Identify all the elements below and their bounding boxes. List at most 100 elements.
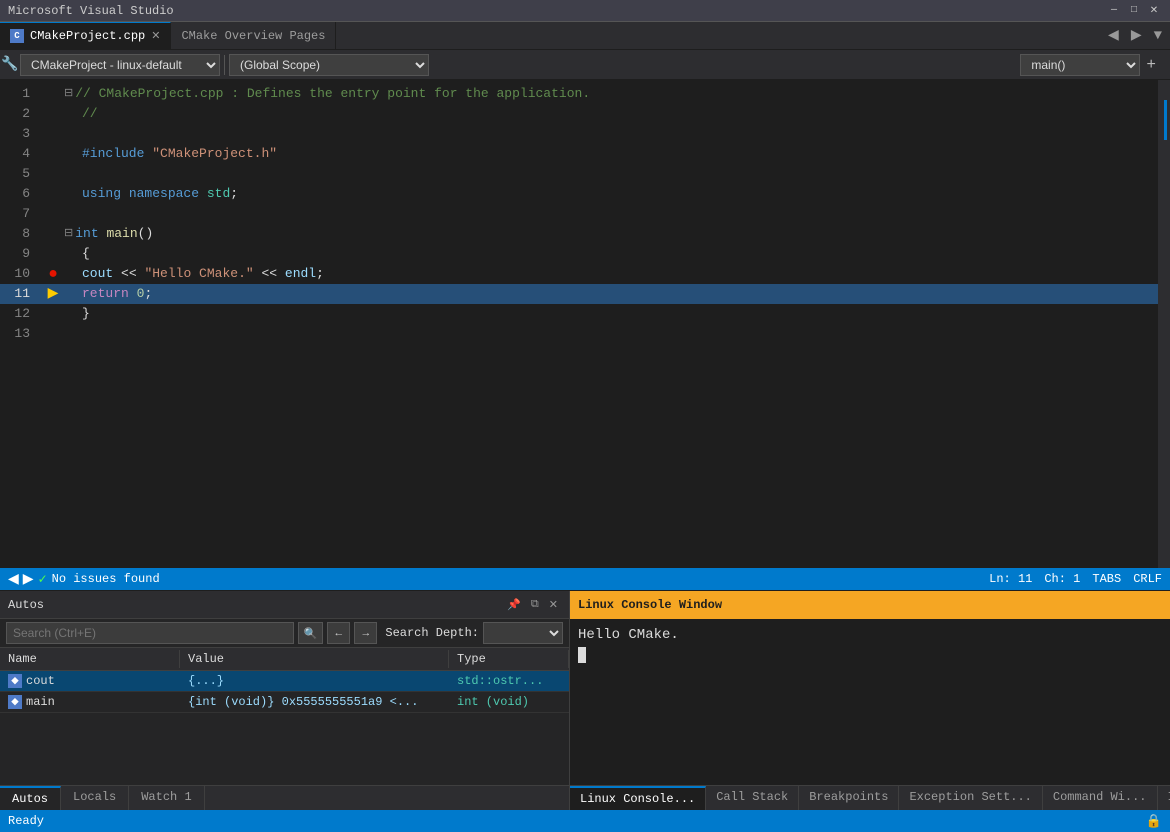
app-status-bar: Ready 🔒 <box>0 810 1170 832</box>
line-number-5: 5 <box>0 164 30 184</box>
tab-autos[interactable]: Autos <box>0 786 61 810</box>
status-bar: ◀ ▶ ✓ No issues found Ln: 11 Ch: 1 TABS … <box>0 568 1170 590</box>
tab-locals[interactable]: Locals <box>61 786 129 810</box>
code-line-8: 8 ⊟ int main() <box>0 224 1170 244</box>
close-button[interactable]: ✕ <box>1146 3 1162 19</box>
scroll-left-btn[interactable]: ◀ <box>8 571 19 588</box>
cell-main-type: int (void) <box>449 692 569 712</box>
tab-bar-right-controls: ◀ ▶ ▼ <box>1104 22 1170 49</box>
line-number-6: 6 <box>0 184 30 204</box>
code-line-13: 13 <box>0 324 1170 344</box>
autos-close-btn[interactable]: ✕ <box>546 598 561 612</box>
search-depth-label: Search Depth: <box>385 626 479 640</box>
console-tab-exception[interactable]: Exception Sett... <box>899 786 1042 810</box>
toolbar-separator-1 <box>224 55 225 75</box>
table-row-cout[interactable]: ◆ cout {...} std::ostr... <box>0 671 569 692</box>
tab-scroll-right[interactable]: ▶ <box>1127 25 1146 46</box>
toolbar-right: main() + <box>1020 54 1170 76</box>
console-title: Linux Console Window <box>578 598 722 612</box>
autos-toolbar: 🔍 ← → Search Depth: <box>0 619 569 648</box>
line-number-9: 9 <box>0 244 30 264</box>
editor-scrollbar[interactable] <box>1158 80 1170 568</box>
editor-pane: 1 ⊟ // CMakeProject.cpp : Defines the en… <box>0 80 1170 568</box>
lock-icon: 🔒 <box>1146 814 1162 829</box>
code-line-2: 2 // <box>0 104 1170 124</box>
gutter-11: ▶ <box>46 284 60 304</box>
line-number-13: 13 <box>0 324 30 344</box>
code-line-6: 6 using namespace std; <box>0 184 1170 204</box>
autos-panel-header: Autos 📌 ⧉ ✕ <box>0 591 569 619</box>
console-cursor <box>578 647 586 663</box>
bottom-panels: Autos 📌 ⧉ ✕ 🔍 ← → Search Depth: Name Val… <box>0 590 1170 810</box>
add-button[interactable]: + <box>1140 56 1162 74</box>
back-btn[interactable]: ← <box>327 622 350 644</box>
tab-cmake-cpp-close[interactable]: ✕ <box>151 29 160 43</box>
window-controls[interactable]: — □ ✕ <box>1106 3 1162 19</box>
tab-scroll-left[interactable]: ◀ <box>1104 25 1123 46</box>
console-tabs: Linux Console... Call Stack Breakpoints … <box>570 785 1170 810</box>
maximize-button[interactable]: □ <box>1126 3 1142 19</box>
cell-main-value: {int (void)} 0x5555555551a9 <... <box>180 692 449 712</box>
function-dropdown[interactable]: main() <box>1020 54 1140 76</box>
tab-dropdown[interactable]: ▼ <box>1150 26 1166 46</box>
code-text-8: int main() <box>75 224 153 244</box>
status-encoding: TABS <box>1092 572 1121 586</box>
cell-cout-name: ◆ cout <box>0 671 180 691</box>
autos-search-input[interactable] <box>6 622 294 644</box>
scope-dropdown[interactable]: (Global Scope) <box>229 54 429 76</box>
code-editor[interactable]: 1 ⊟ // CMakeProject.cpp : Defines the en… <box>0 80 1170 568</box>
scroll-right-btn[interactable]: ▶ <box>23 571 34 588</box>
minimize-button[interactable]: — <box>1106 3 1122 19</box>
forward-btn[interactable]: → <box>354 622 377 644</box>
cell-cout-type: std::ostr... <box>449 671 569 691</box>
code-text-10: cout << "Hello CMake." << endl; <box>82 264 324 284</box>
col-value: Value <box>180 650 449 668</box>
title-bar: Microsoft Visual Studio — □ ✕ <box>0 0 1170 22</box>
code-line-4: 4 #include "CMakeProject.h" <box>0 144 1170 164</box>
fold-8[interactable]: ⊟ <box>64 224 73 244</box>
code-text-9: { <box>82 244 90 264</box>
table-header: Name Value Type <box>0 648 569 671</box>
autos-pin-btn[interactable]: 📌 <box>504 598 524 612</box>
cpp-file-icon: C <box>10 29 24 43</box>
config-dropdown[interactable]: CMakeProject - linux-default <box>20 54 220 76</box>
console-tab-immediate[interactable]: Immediate Wi... <box>1158 786 1170 810</box>
code-line-10: 10 ● cout << "Hello CMake." << endl; <box>0 264 1170 284</box>
console-tab-callstack[interactable]: Call Stack <box>706 786 799 810</box>
col-type: Type <box>449 650 569 668</box>
cout-var-icon: ◆ <box>8 674 22 688</box>
tab-watch1[interactable]: Watch 1 <box>129 786 204 810</box>
console-tab-command[interactable]: Command Wi... <box>1043 786 1158 810</box>
console-tab-breakpoints[interactable]: Breakpoints <box>799 786 899 810</box>
console-tab-linux[interactable]: Linux Console... <box>570 786 706 810</box>
console-content[interactable]: Hello CMake. <box>570 619 1170 785</box>
autos-float-btn[interactable]: ⧉ <box>528 599 542 611</box>
table-row-main[interactable]: ◆ main {int (void)} 0x5555555551a9 <... … <box>0 692 569 713</box>
status-ln: Ln: 11 <box>989 572 1032 586</box>
line-number-11: 11 <box>0 284 30 304</box>
autos-panel-title: Autos <box>8 598 44 612</box>
console-cursor-line <box>578 647 1170 663</box>
code-line-12: 12 } <box>0 304 1170 324</box>
code-line-7: 7 <box>0 204 1170 224</box>
editor-content[interactable]: 1 ⊟ // CMakeProject.cpp : Defines the en… <box>0 80 1170 568</box>
search-icon-btn[interactable]: 🔍 <box>298 622 324 644</box>
line-number-1: 1 <box>0 84 30 104</box>
autos-panel-tabs: Autos Locals Watch 1 <box>0 785 569 810</box>
fold-1[interactable]: ⊟ <box>64 84 73 104</box>
line-number-2: 2 <box>0 104 30 124</box>
toolbar: 🔧 CMakeProject - linux-default (Global S… <box>0 50 1170 80</box>
search-depth-select[interactable] <box>483 622 563 644</box>
console-output-text: Hello CMake. <box>578 627 1170 643</box>
line-number-8: 8 <box>0 224 30 244</box>
autos-table: Name Value Type ◆ cout {...} std::ostr..… <box>0 648 569 785</box>
code-line-9: 9 { <box>0 244 1170 264</box>
tab-cmake-cpp[interactable]: C CMakeProject.cpp ✕ <box>0 22 171 49</box>
main-var-icon: ◆ <box>8 695 22 709</box>
ready-text: Ready <box>8 814 44 828</box>
cell-cout-value: {...} <box>180 671 449 691</box>
line-number-3: 3 <box>0 124 30 144</box>
tab-cmake-overview[interactable]: CMake Overview Pages <box>171 22 336 49</box>
title-bar-text: Microsoft Visual Studio <box>8 4 174 18</box>
line-number-10: 10 <box>0 264 30 284</box>
